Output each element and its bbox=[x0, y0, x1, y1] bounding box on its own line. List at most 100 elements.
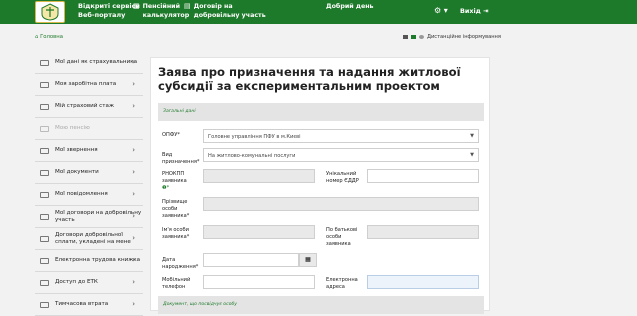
chevron-right-icon: › bbox=[132, 190, 135, 198]
rnokpp-input[interactable] bbox=[203, 169, 315, 183]
sidebar-item-voluntary-contracts[interactable]: Мої договори на добровільну участь › bbox=[35, 206, 143, 228]
chevron-right-icon: › bbox=[132, 212, 135, 220]
sidebar-item-label: Мої повідомлення bbox=[55, 191, 108, 197]
phone-input[interactable] bbox=[203, 275, 315, 289]
section-document-header: Документ, що посвідчує особу bbox=[158, 296, 484, 314]
name-input[interactable] bbox=[203, 225, 315, 239]
key-icon bbox=[40, 279, 49, 286]
nav-voluntary-contract[interactable]: ▤ Договір на добровільну участь bbox=[184, 2, 266, 20]
exit-icon: ⇥ bbox=[483, 7, 489, 15]
sidebar-item-work-book[interactable]: Електронна трудова книжка › bbox=[35, 250, 143, 272]
mail-icon bbox=[40, 191, 49, 198]
message-icon bbox=[40, 147, 49, 154]
medical-icon bbox=[40, 301, 49, 308]
sidebar-item-label: Мій страховий стаж bbox=[55, 103, 114, 109]
document-icon: ▤ bbox=[184, 2, 191, 10]
chevron-right-icon: › bbox=[132, 146, 135, 154]
chevron-right-icon: › bbox=[132, 168, 135, 176]
pfu-logo[interactable] bbox=[35, 1, 65, 23]
sidebar-item-salary[interactable]: Моя заробітна плата › bbox=[35, 74, 143, 96]
sidebar-item-label: Електронна трудова книжка bbox=[55, 257, 141, 263]
name-label: Ім'я особи заявника* bbox=[162, 227, 190, 240]
remote-info-label: Дистанційне інформування bbox=[427, 34, 501, 40]
rnokpp-label-text: РНОКПП заявника bbox=[162, 171, 187, 184]
application-form: Заява про призначення та надання житлово… bbox=[150, 57, 490, 314]
birth-date-input[interactable] bbox=[203, 253, 299, 267]
brand-title[interactable]: Відкриті сервіси Веб-порталу bbox=[78, 2, 140, 20]
monitor-icon bbox=[403, 35, 408, 39]
remote-info-link[interactable]: Дистанційне інформування bbox=[403, 34, 501, 40]
page-title: Заява про призначення та надання житлово… bbox=[158, 65, 461, 93]
brand-line2: Веб-порталу bbox=[78, 11, 126, 19]
chevron-right-icon: › bbox=[132, 102, 135, 110]
chevron-right-icon: › bbox=[132, 80, 135, 88]
chevron-right-icon: › bbox=[132, 234, 135, 242]
sidebar: Мої дані як страхувальника › Моя заробітн… bbox=[35, 52, 143, 316]
chevron-right-icon: › bbox=[132, 278, 135, 286]
exit-label: Вихід bbox=[460, 7, 481, 15]
patronymic-input[interactable] bbox=[367, 225, 479, 239]
sidebar-item-label: Мої документи bbox=[55, 169, 99, 175]
email-icon bbox=[411, 35, 416, 39]
exit-button[interactable]: Вихід ⇥ bbox=[460, 7, 488, 15]
sidebar-item-messages[interactable]: Мої повідомлення › bbox=[35, 184, 143, 206]
settings-gear-icon[interactable]: ⚙ ▾ bbox=[434, 6, 448, 15]
nav-pension-calculator[interactable]: ▦ Пенсійний калькулятор bbox=[133, 2, 189, 20]
sidebar-item-documents[interactable]: Мої документи › bbox=[35, 162, 143, 184]
type-value: На житлово-комунальні послуги bbox=[208, 153, 296, 159]
unzr-input[interactable] bbox=[367, 169, 479, 183]
sidebar-item-label: Мої звернення bbox=[55, 147, 98, 153]
sidebar-item-pension: Мою пенсію bbox=[35, 118, 143, 140]
chevron-right-icon: › bbox=[132, 256, 135, 264]
calendar-icon[interactable]: ▦ bbox=[299, 253, 317, 267]
sidebar-item-requests[interactable]: Мої звернення › bbox=[35, 140, 143, 162]
calendar-icon bbox=[40, 103, 49, 110]
chevron-right-icon: › bbox=[132, 300, 135, 308]
email-label: Електронна адреса bbox=[326, 277, 358, 290]
sidebar-item-insurance-record[interactable]: Мій страховий стаж › bbox=[35, 96, 143, 118]
chevron-down-icon: ▼ bbox=[470, 152, 474, 158]
brand-line1: Відкриті сервіси bbox=[78, 2, 140, 10]
opfu-select[interactable]: Головне управління ПФУ в м.Києві ▼ bbox=[203, 129, 479, 143]
book-icon bbox=[40, 257, 49, 264]
sidebar-item-label: Договори добровільної сплати, укладені н… bbox=[55, 231, 131, 245]
breadcrumb[interactable]: ⌂ Головна bbox=[35, 34, 63, 40]
surname-label: Прізвище особи заявника* bbox=[162, 199, 190, 219]
sidebar-item-label: Доступ до ЕТК bbox=[55, 279, 98, 285]
nav-contract-line1: Договір на bbox=[193, 3, 233, 10]
email-input[interactable] bbox=[367, 275, 479, 289]
birth-date-label: Дата народження* bbox=[162, 257, 199, 270]
phone-icon bbox=[419, 35, 424, 39]
wallet-icon bbox=[40, 81, 49, 88]
breadcrumb-home: Головна bbox=[40, 34, 63, 40]
top-bar: Відкриті сервіси Веб-порталу ▦ Пенсійний… bbox=[0, 0, 637, 24]
sidebar-item-payment-contracts[interactable]: Договори добровільної сплати, укладені н… bbox=[35, 228, 143, 250]
sidebar-item-etk-access[interactable]: Доступ до ЕТК › bbox=[35, 272, 143, 294]
sidebar-item-label: Моя заробітна плата bbox=[55, 81, 117, 87]
sidebar-item-temporary-loss[interactable]: Тимчасова втрата › bbox=[35, 294, 143, 316]
calculator-icon: ▦ bbox=[133, 2, 140, 10]
rnokpp-label: РНОКПП заявника ❶* bbox=[162, 171, 194, 192]
surname-input[interactable] bbox=[203, 197, 479, 211]
greeting-text: Добрий день bbox=[326, 3, 374, 10]
sidebar-item-label: Тимчасова втрата bbox=[55, 301, 109, 307]
chevron-down-icon: ▼ bbox=[470, 133, 474, 139]
type-label: Вид призначення* bbox=[162, 152, 200, 165]
patronymic-label: По батькові особи заявника bbox=[326, 227, 358, 247]
sidebar-item-label: Мої договори на добровільну участь bbox=[55, 209, 142, 223]
section-general-header: Загальні дані bbox=[158, 103, 484, 121]
type-select[interactable]: На житлово-комунальні послуги ▼ bbox=[203, 148, 479, 162]
id-card-icon bbox=[40, 59, 49, 66]
nav-calc-line2: калькулятор bbox=[142, 12, 190, 19]
sidebar-item-insurer-data[interactable]: Мої дані як страхувальника › bbox=[35, 52, 143, 74]
info-icon[interactable]: ❶* bbox=[162, 185, 169, 191]
opfu-label: ОПФУ* bbox=[162, 132, 180, 138]
chevron-right-icon: › bbox=[132, 58, 135, 66]
file-icon bbox=[40, 169, 49, 176]
phone-label: Мобільний телефон bbox=[162, 277, 191, 290]
nav-contract-line2: добровільну участь bbox=[193, 12, 266, 19]
contract-icon bbox=[40, 213, 49, 220]
sidebar-item-label: Мою пенсію bbox=[55, 125, 90, 131]
home-icon: ⌂ bbox=[35, 34, 39, 40]
unzr-label: Унікальний номер ЄДДР bbox=[326, 171, 359, 184]
